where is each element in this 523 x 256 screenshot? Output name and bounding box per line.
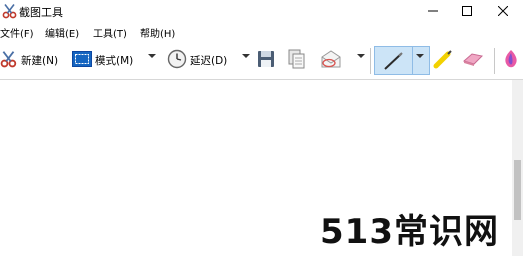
- delay-label: 延迟(D): [190, 54, 228, 67]
- mode-dropdown-arrow[interactable]: [148, 54, 156, 58]
- scissors-icon: [2, 3, 18, 19]
- eraser-button[interactable]: [462, 46, 484, 74]
- title-bar: 截图工具: [0, 0, 523, 22]
- mode-icon: [72, 50, 92, 70]
- menu-bar: 文件(F) 编辑(E) 工具(T) 帮助(H): [0, 23, 523, 41]
- menu-edit[interactable]: 编辑(E): [45, 25, 79, 40]
- mode-label: 模式(M): [95, 54, 134, 67]
- toolbar-separator: [494, 48, 495, 74]
- pen-icon: [382, 51, 404, 74]
- scrollbar-thumb[interactable]: [514, 160, 521, 220]
- highlighter-icon: [433, 49, 453, 72]
- highlighter-button[interactable]: [433, 46, 453, 74]
- paint3d-button[interactable]: [502, 46, 520, 74]
- send-dropdown-arrow[interactable]: [357, 54, 365, 58]
- paint3d-icon: [502, 49, 520, 72]
- toolbar: 新建(N) 模式(M) 延迟(D): [0, 42, 523, 78]
- save-button[interactable]: [257, 46, 275, 74]
- email-icon: [320, 49, 342, 72]
- save-icon: [257, 50, 275, 71]
- minimize-button[interactable]: [416, 0, 450, 22]
- toolbar-separator: [370, 48, 371, 74]
- pen-split-divider: [412, 46, 413, 75]
- menu-tools[interactable]: 工具(T): [93, 25, 127, 40]
- delay-dropdown-arrow[interactable]: [242, 54, 250, 58]
- menu-help[interactable]: 帮助(H): [140, 25, 175, 40]
- menu-file[interactable]: 文件(F): [0, 25, 34, 40]
- eraser-icon: [462, 50, 484, 71]
- new-label: 新建(N): [21, 54, 59, 67]
- minimize-icon: [428, 10, 438, 12]
- maximize-button[interactable]: [450, 0, 484, 22]
- close-icon: [498, 6, 508, 16]
- new-button[interactable]: 新建(N): [0, 46, 58, 74]
- window-title: 截图工具: [19, 6, 63, 19]
- copy-button[interactable]: [288, 46, 306, 74]
- copy-icon: [288, 49, 306, 72]
- delay-button[interactable]: 延迟(D): [167, 46, 227, 74]
- send-button[interactable]: [320, 46, 342, 74]
- scissors-icon: [0, 50, 18, 71]
- pen-dropdown-arrow[interactable]: [416, 54, 424, 58]
- maximize-icon: [462, 6, 472, 16]
- clock-icon: [167, 49, 187, 72]
- mode-button[interactable]: 模式(M): [72, 46, 133, 74]
- watermark-text: 513常识网: [320, 212, 499, 252]
- close-button[interactable]: [486, 0, 520, 22]
